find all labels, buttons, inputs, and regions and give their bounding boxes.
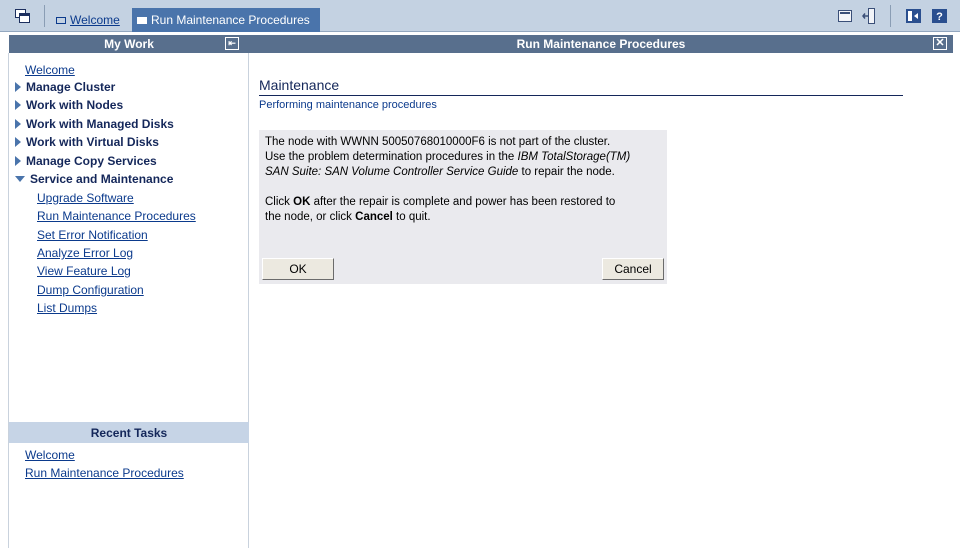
cancel-button[interactable]: Cancel: [602, 258, 664, 280]
guide-title-part-1: IBM TotalStorage(TM): [517, 151, 631, 163]
logout-button[interactable]: [860, 7, 878, 25]
nav-group-label: Service and Maintenance: [30, 172, 174, 186]
tab-welcome-label[interactable]: Welcome: [70, 13, 120, 27]
recent-tasks-title: Recent Tasks: [90, 425, 168, 440]
help-icon: ?: [931, 9, 947, 23]
page-icon: [56, 16, 66, 24]
message-line-3-suffix: to repair the node.: [518, 166, 615, 178]
top-banner: Welcome Run Maintenance Procedures ?: [0, 0, 960, 32]
my-information-icon: [838, 10, 852, 22]
tab-run-maintenance-procedures[interactable]: Run Maintenance Procedures: [132, 8, 320, 32]
nav-item-run-maintenance-procedures[interactable]: Run Maintenance Procedures: [37, 209, 196, 223]
message-click-text: Click: [265, 196, 294, 208]
nav-group-service-and-maintenance[interactable]: Service and Maintenance: [15, 172, 173, 186]
collapse-navigator-button[interactable]: ⇤: [225, 37, 239, 50]
close-button[interactable]: ✕: [933, 37, 947, 50]
task-manager-icon: [15, 8, 30, 23]
navigator-toggle-icon: [905, 9, 921, 23]
triangle-right-icon: [15, 137, 21, 147]
my-work-navigation: Welcome Manage Cluster Work with Nodes W…: [9, 53, 249, 548]
triangle-right-icon: [15, 82, 21, 92]
content-header-title: Run Maintenance Procedures: [516, 37, 686, 51]
message-node-text: the node, or click: [265, 211, 356, 223]
tab-run-maintenance-label: Run Maintenance Procedures: [151, 13, 310, 27]
collapse-icon: ⇤: [228, 38, 236, 48]
nav-group-work-with-nodes[interactable]: Work with Nodes: [15, 98, 123, 112]
svg-text:?: ?: [936, 11, 943, 23]
message-cancel-emphasis: Cancel: [355, 211, 393, 223]
nav-group-label: Work with Managed Disks: [26, 117, 174, 131]
nav-group-label: Work with Nodes: [26, 98, 124, 112]
message-ok-emphasis: OK: [293, 196, 311, 208]
my-information-button[interactable]: [836, 7, 854, 25]
recent-task-welcome[interactable]: Welcome: [25, 448, 75, 462]
nav-welcome-link[interactable]: Welcome: [25, 63, 75, 77]
triangle-down-icon: [15, 176, 25, 182]
page-icon: [137, 16, 147, 24]
recent-tasks-header: Recent Tasks: [9, 422, 249, 443]
guide-title-part-2: SAN Suite: SAN Volume Controller Service…: [265, 166, 519, 178]
recent-task-run-maintenance-procedures[interactable]: Run Maintenance Procedures: [25, 466, 184, 480]
page-title: Maintenance: [259, 77, 340, 93]
triangle-right-icon: [15, 156, 21, 166]
nav-item-set-error-notification[interactable]: Set Error Notification: [37, 228, 148, 242]
nav-item-dump-configuration[interactable]: Dump Configuration: [37, 283, 144, 297]
navigator-toggle-button[interactable]: [904, 7, 922, 25]
message-line-2-prefix: Use the problem determination procedures…: [265, 151, 518, 163]
nav-group-work-with-virtual-disks[interactable]: Work with Virtual Disks: [15, 135, 159, 149]
tab-welcome[interactable]: Welcome: [51, 8, 128, 32]
logout-icon: [862, 8, 875, 24]
my-work-title: My Work: [104, 37, 154, 51]
nav-item-list-dumps[interactable]: List Dumps: [37, 301, 97, 315]
triangle-right-icon: [15, 100, 21, 110]
ok-button[interactable]: OK: [262, 258, 334, 280]
page-subtitle: Performing maintenance procedures: [259, 99, 437, 111]
message-after-repair-text: after the repair is complete and power h…: [310, 196, 616, 208]
nav-item-analyze-error-log[interactable]: Analyze Error Log: [37, 246, 133, 260]
nav-item-upgrade-software[interactable]: Upgrade Software: [37, 191, 134, 205]
task-manager-button[interactable]: [12, 7, 34, 25]
help-button[interactable]: ?: [930, 7, 948, 25]
banner-separator: [890, 5, 891, 27]
close-icon: ✕: [935, 37, 945, 49]
message-paragraph-2: Click OK after the repair is complete an…: [265, 195, 661, 225]
triangle-right-icon: [15, 119, 21, 129]
message-line-1: The node with WWNN 50050768010000F6 is n…: [265, 136, 611, 148]
nav-group-label: Work with Virtual Disks: [26, 135, 159, 149]
my-work-header: My Work ⇤: [9, 35, 249, 53]
nav-group-work-with-managed-disks[interactable]: Work with Managed Disks: [15, 117, 174, 131]
nav-group-manage-cluster[interactable]: Manage Cluster: [15, 80, 115, 94]
banner-separator: [44, 5, 45, 27]
title-divider: [259, 95, 903, 96]
main-content: Maintenance Performing maintenance proce…: [249, 53, 960, 548]
nav-group-label: Manage Cluster: [26, 80, 116, 94]
content-header: Run Maintenance Procedures ✕: [249, 35, 953, 53]
message-quit-text: to quit.: [392, 211, 431, 223]
nav-group-manage-copy-services[interactable]: Manage Copy Services: [15, 154, 157, 168]
message-paragraph-1: The node with WWNN 50050768010000F6 is n…: [265, 135, 661, 180]
nav-group-label: Manage Copy Services: [26, 154, 157, 168]
nav-item-view-feature-log[interactable]: View Feature Log: [37, 264, 131, 278]
